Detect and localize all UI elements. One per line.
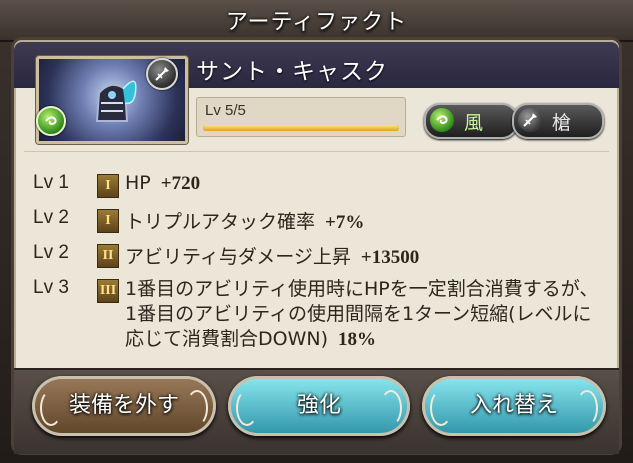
skill-text: 1番目のアビリティ使用時にHPを一定割合消費するが、1番目のアビリティの使用間隔… xyxy=(125,277,603,352)
weapon-label: 槍 xyxy=(552,112,572,134)
dialog-title: アーティファクト xyxy=(225,10,408,35)
skill-rank-badge: II xyxy=(97,244,119,268)
skill-description: アビリティ与ダメージ上昇 xyxy=(125,246,351,268)
spear-icon xyxy=(155,67,169,81)
title-bar: アーティファクト xyxy=(0,0,633,42)
level-progress-fill xyxy=(203,125,399,131)
element-label: 風 xyxy=(464,112,484,134)
skill-text: トリプルアタック確率 +7% xyxy=(125,207,364,234)
unequip-button[interactable]: 装備を外す xyxy=(32,376,216,436)
ornament-right-icon xyxy=(576,390,598,426)
weapon-type-badge xyxy=(146,58,178,90)
skill-rank-badge: III xyxy=(97,279,119,303)
spear-icon xyxy=(518,108,542,132)
skill-value: +720 xyxy=(160,173,201,194)
skill-rank-badge: I xyxy=(97,174,119,198)
enhance-button[interactable]: 強化 xyxy=(228,376,410,436)
ornament-left-icon xyxy=(430,390,452,426)
section-divider xyxy=(24,151,609,152)
wind-element-icon xyxy=(430,108,454,132)
enhance-button-label: 強化 xyxy=(296,393,341,418)
skill-value: +13500 xyxy=(360,247,420,268)
unequip-button-label: 装備を外す xyxy=(68,393,179,418)
ornament-right-icon xyxy=(186,390,208,426)
element-badge xyxy=(36,106,66,136)
skill-level: Lv 1 xyxy=(33,172,69,193)
ornament-left-icon xyxy=(236,390,258,426)
skill-description: HP xyxy=(125,172,151,194)
skill-text: HP +720 xyxy=(125,172,200,195)
weapon-tag: 槍 xyxy=(512,103,604,139)
skill-value: 18% xyxy=(338,329,376,350)
wind-element-icon xyxy=(45,116,57,126)
skill-text: アビリティ与ダメージ上昇 +13500 xyxy=(125,242,419,269)
ornament-right-icon xyxy=(380,390,402,426)
level-box: Lv 5/5 xyxy=(196,97,406,137)
skill-value: +7% xyxy=(325,212,365,233)
replace-button-label: 入れ替え xyxy=(469,393,558,418)
skill-rank-badge: I xyxy=(97,209,119,233)
artifact-name: サント・キャスク xyxy=(196,59,388,85)
replace-button[interactable]: 入れ替え xyxy=(422,376,606,436)
skill-level: Lv 3 xyxy=(33,277,69,298)
element-tag: 風 xyxy=(424,103,518,139)
level-progress-track xyxy=(203,125,399,131)
skill-level: Lv 2 xyxy=(33,242,69,263)
level-text: Lv 5/5 xyxy=(205,102,246,119)
skill-level: Lv 2 xyxy=(33,207,69,228)
skill-description: トリプルアタック確率 xyxy=(125,211,316,233)
ornament-left-icon xyxy=(40,390,62,426)
